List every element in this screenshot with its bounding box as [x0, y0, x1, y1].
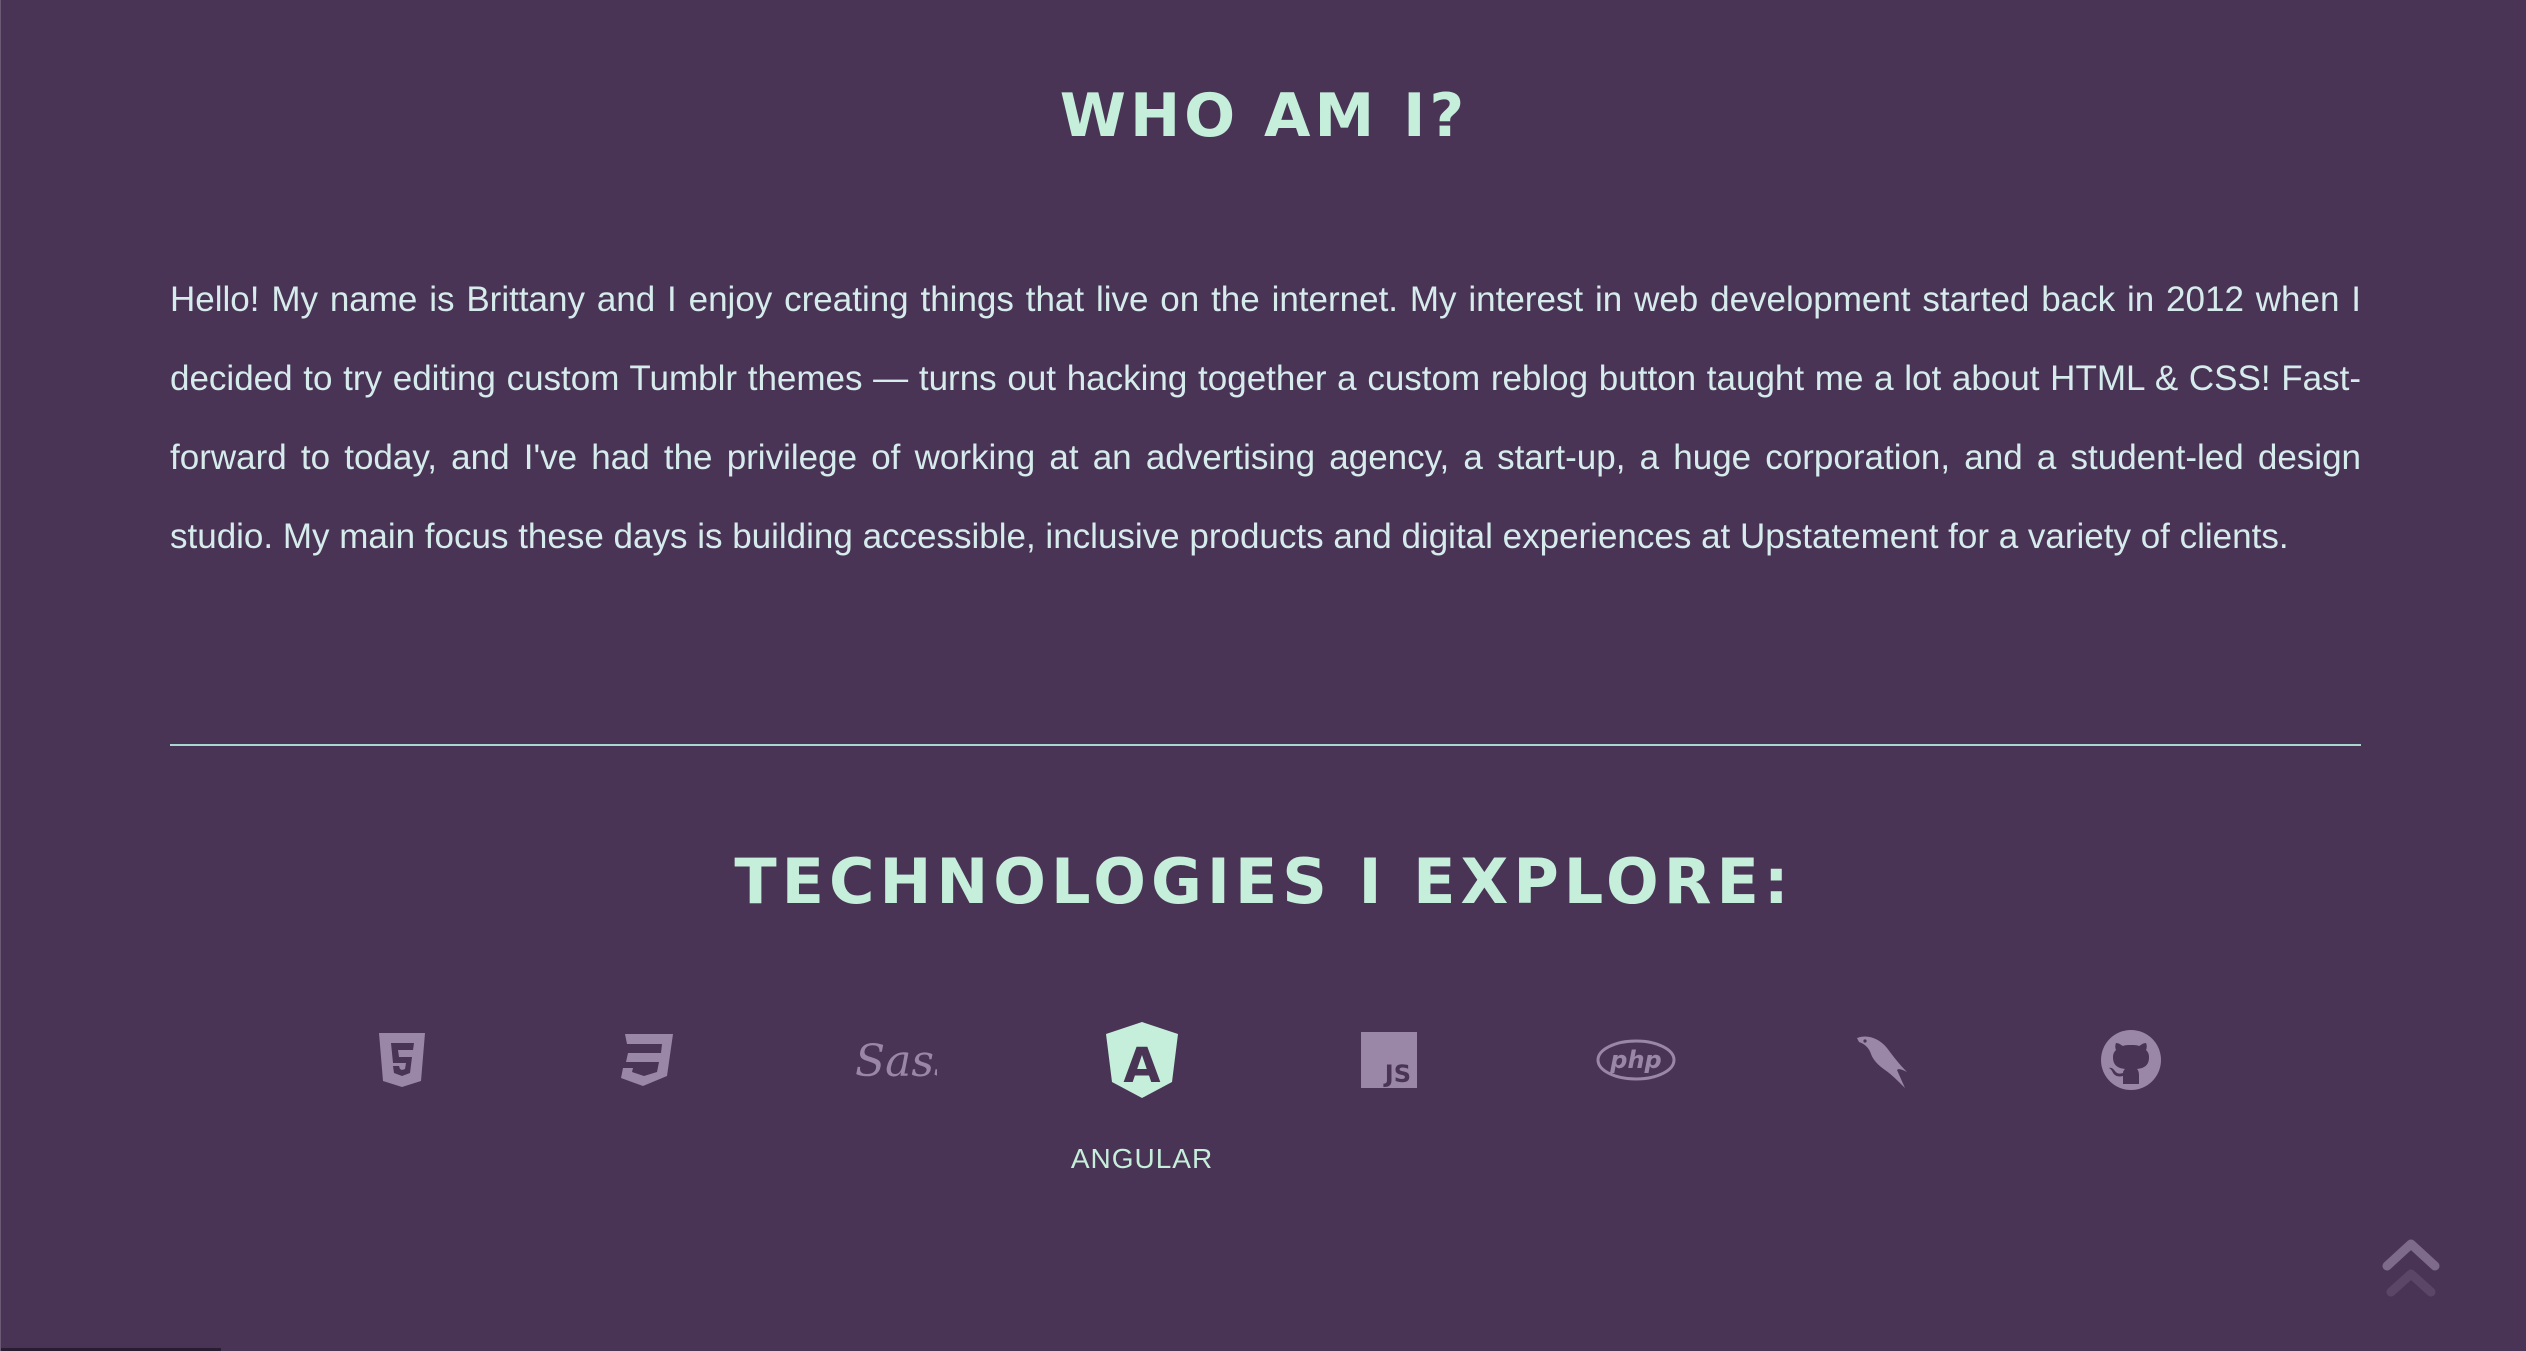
tech-item-html5[interactable] [357, 1020, 447, 1100]
github-icon [2101, 1030, 2161, 1090]
javascript-icon: JS [1361, 1032, 1417, 1088]
svg-text:php: php [1609, 1046, 1661, 1074]
svg-text:A: A [1123, 1038, 1160, 1094]
tech-item-css3[interactable] [601, 1020, 691, 1100]
tech-item-github[interactable] [2086, 1020, 2176, 1100]
about-paragraph: Hello! My name is Brittany and I enjoy c… [170, 280, 2361, 556]
technologies-heading: TECHNOLOGIES I EXPLORE: [734, 845, 1794, 918]
tech-item-mysql[interactable] [1839, 1020, 1929, 1100]
svg-text:JS: JS [1383, 1060, 1411, 1088]
tech-item-angular[interactable]: A [1097, 1020, 1187, 1100]
html5-icon [377, 1031, 427, 1089]
angular-icon: A [1104, 1020, 1180, 1100]
page: WHO AM I? Hello! My name is Brittany and… [1, 0, 2526, 1351]
tech-item-sass[interactable]: Sass [849, 1020, 939, 1100]
scroll-to-top-button[interactable] [2381, 1230, 2441, 1310]
svg-text:Sass: Sass [855, 1036, 937, 1087]
about-heading: WHO AM I? [1059, 81, 1469, 151]
php-icon: php [1596, 1038, 1676, 1082]
section-divider [170, 744, 2361, 746]
mysql-icon [1851, 1030, 1917, 1090]
tech-item-php[interactable]: php [1591, 1020, 1681, 1100]
tech-label-angular: ANGULAR [1070, 1143, 1214, 1174]
chevron-up-icon [2381, 1239, 2441, 1314]
tech-item-javascript[interactable]: JS [1344, 1020, 1434, 1100]
css3-icon [617, 1032, 675, 1088]
sass-icon: Sass [851, 1030, 937, 1090]
